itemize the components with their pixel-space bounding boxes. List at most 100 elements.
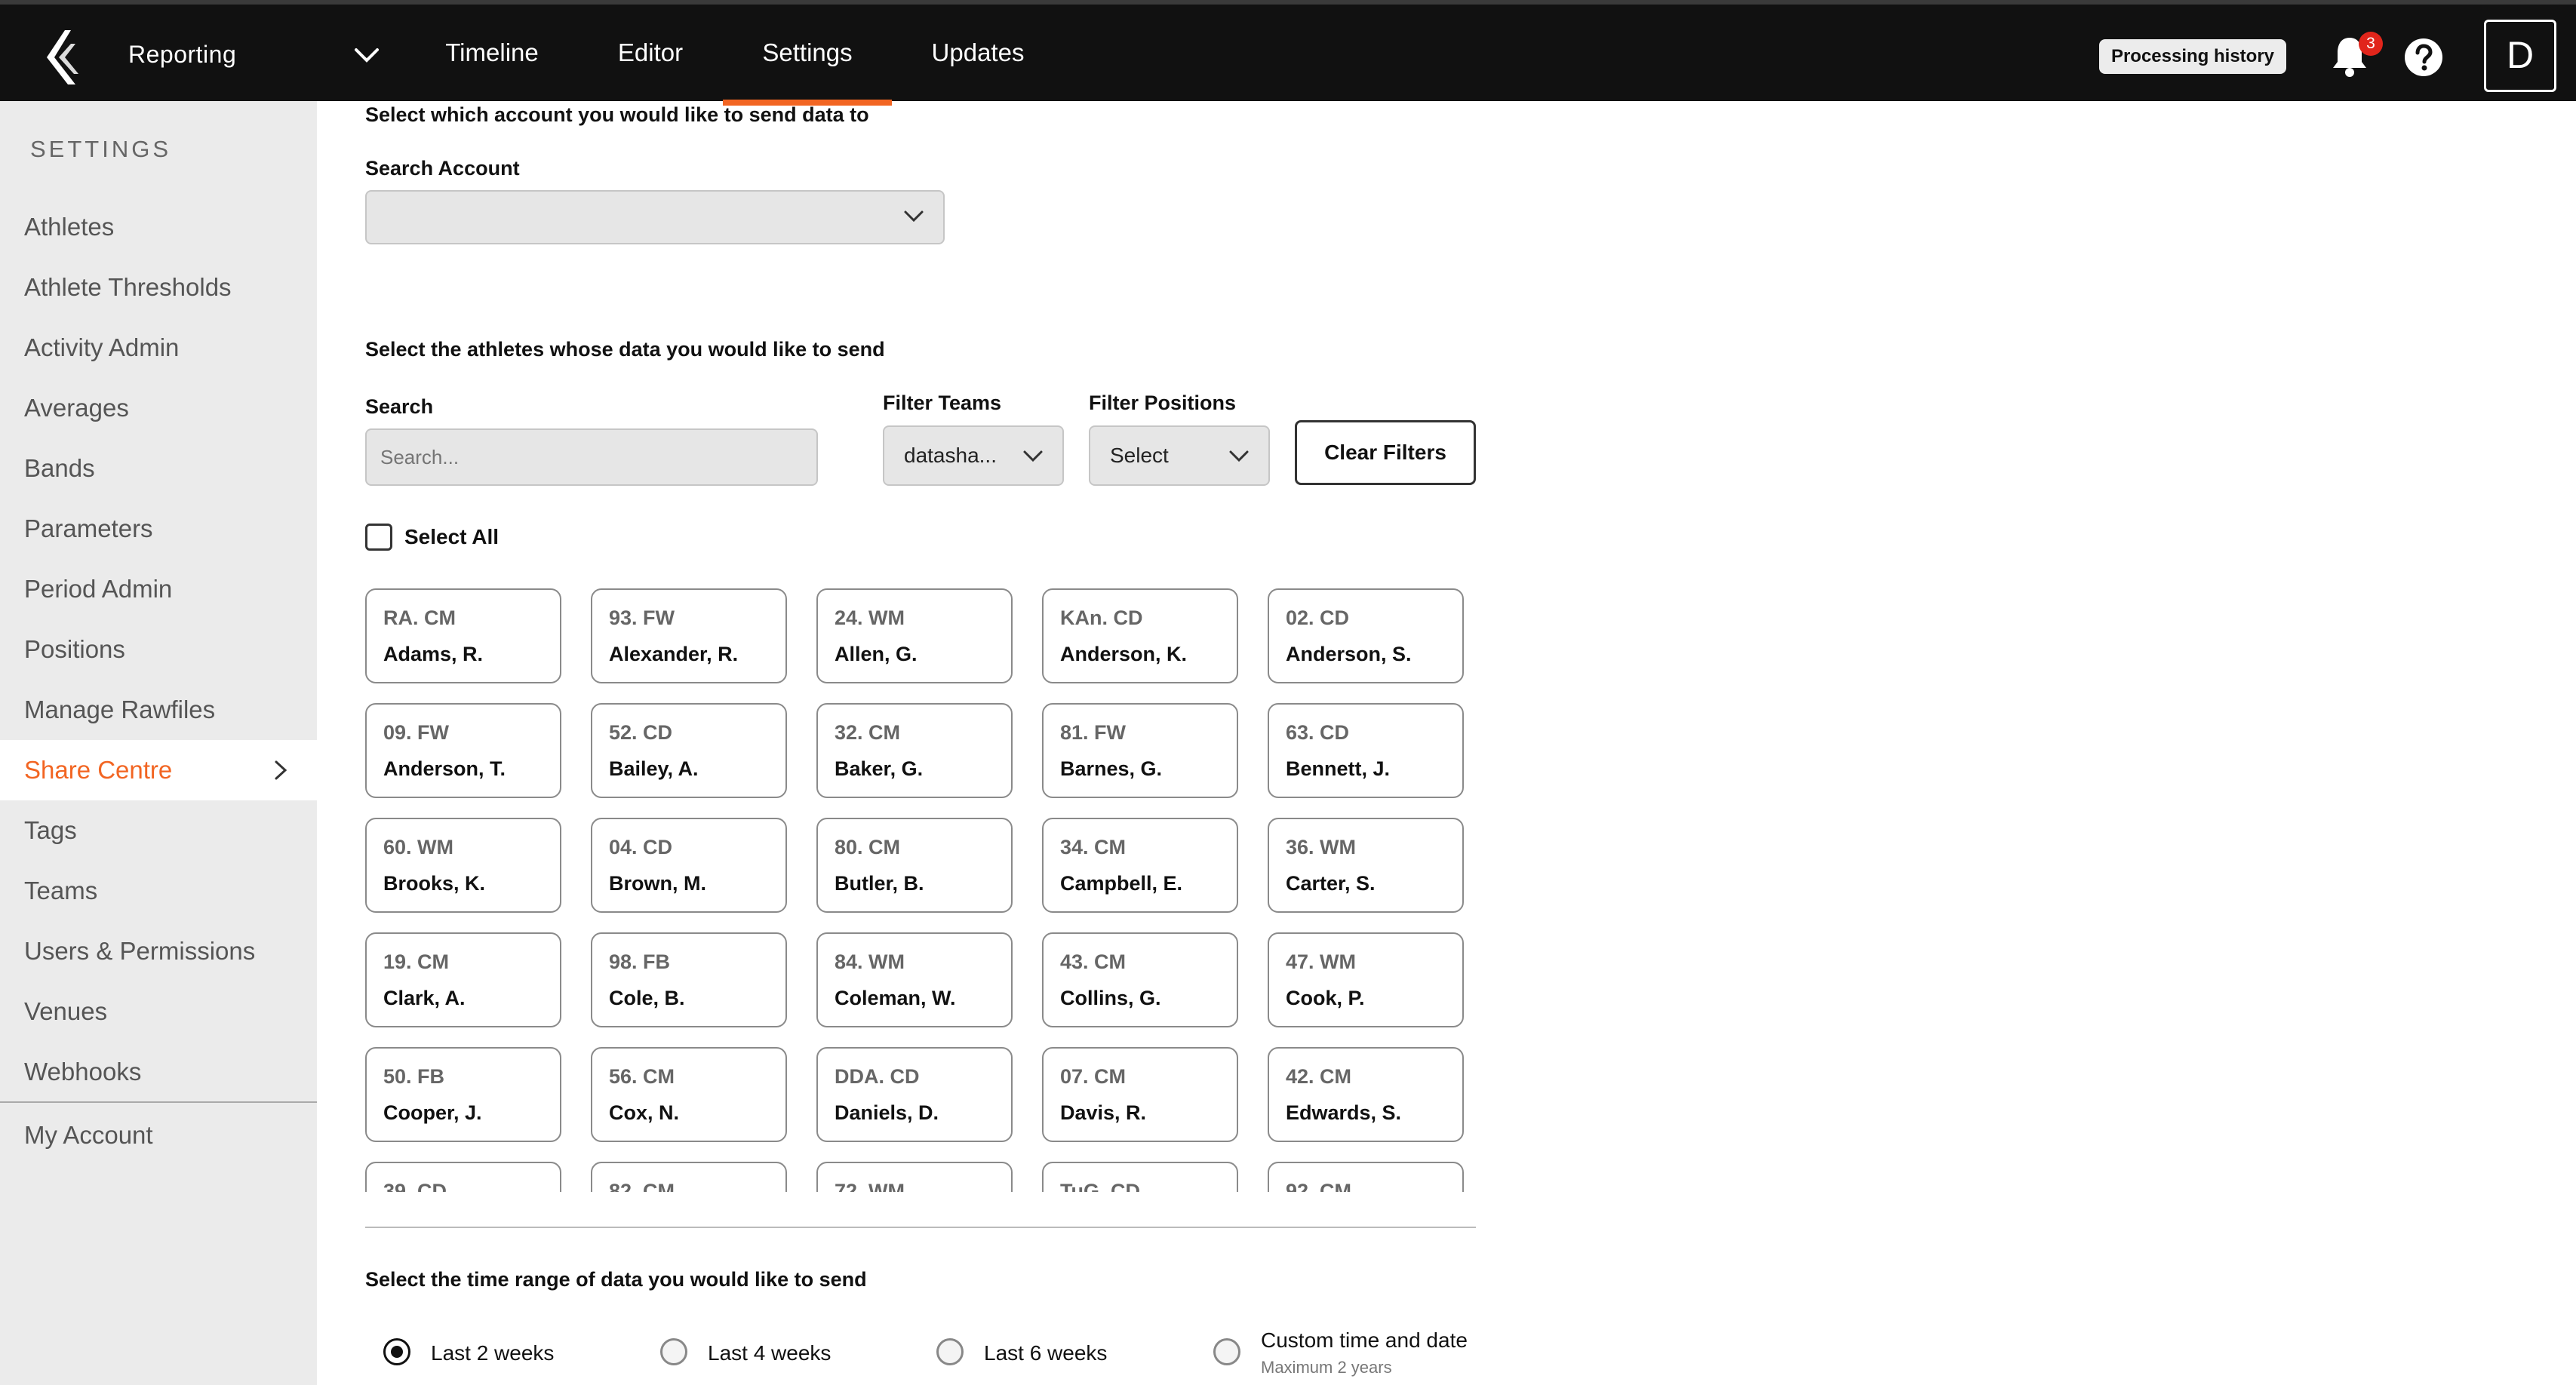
athlete-name: Campbell, E. — [1060, 872, 1183, 895]
athlete-card[interactable]: 80. CM Butler, B. — [816, 818, 1013, 913]
athlete-card[interactable]: RA. CM Adams, R. — [365, 588, 561, 683]
athlete-card[interactable]: 50. FB Cooper, J. — [365, 1047, 561, 1142]
athlete-position: 84. WM — [835, 950, 905, 973]
athlete-position: 56. CM — [609, 1065, 675, 1088]
filter-teams-dropdown[interactable]: datasha... — [883, 425, 1064, 486]
radio-last-2-weeks[interactable] — [383, 1338, 410, 1365]
athlete-name: Barnes, G. — [1060, 757, 1163, 780]
athlete-position: 60. WM — [383, 836, 454, 858]
search-label: Search — [365, 395, 434, 418]
athlete-card[interactable]: 43. CM Collins, G. — [1042, 932, 1238, 1027]
chevron-down-icon[interactable] — [352, 45, 382, 66]
athlete-name: Brown, M. — [609, 872, 706, 895]
sidebar-item-bands[interactable]: Bands — [0, 438, 317, 499]
filter-positions-label: Filter Positions — [1089, 392, 1237, 414]
sidebar-item-period-admin[interactable]: Period Admin — [0, 559, 317, 619]
sidebar-heading: SETTINGS — [30, 136, 172, 162]
select-all-checkbox[interactable] — [365, 524, 392, 551]
athlete-position: 52. CD — [609, 721, 673, 744]
tab-updates[interactable]: Updates — [910, 5, 1046, 101]
athlete-card[interactable]: 24. WM Allen, G. — [816, 588, 1013, 683]
custom-time-hint: Maximum 2 years — [1261, 1358, 1392, 1377]
athlete-position: 81. FW — [1060, 721, 1127, 744]
athlete-position: 50. FB — [383, 1065, 445, 1088]
search-account-dropdown[interactable] — [365, 190, 945, 244]
filter-positions-dropdown[interactable]: Select — [1089, 425, 1270, 486]
athlete-card[interactable]: 32. CM Baker, G. — [816, 703, 1013, 798]
app-logo-icon[interactable] — [45, 27, 89, 88]
radio-last-4-weeks[interactable] — [660, 1338, 687, 1365]
athlete-card[interactable]: 98. FB Cole, B. — [591, 932, 787, 1027]
athlete-position: 93. FW — [609, 607, 675, 629]
sidebar-item-venues[interactable]: Venues — [0, 981, 317, 1042]
athlete-position: 98. FB — [609, 950, 671, 973]
sidebar-item-manage-rawfiles[interactable]: Manage Rawfiles — [0, 680, 317, 740]
avatar[interactable]: D — [2484, 20, 2556, 92]
athlete-card[interactable]: 84. WM Coleman, W. — [816, 932, 1013, 1027]
athlete-card[interactable]: 34. CM Campbell, E. — [1042, 818, 1238, 913]
processing-history-button[interactable]: Processing history — [2099, 39, 2286, 74]
athlete-position: 63. CD — [1286, 721, 1350, 744]
athlete-card[interactable]: 60. WM Brooks, K. — [365, 818, 561, 913]
athlete-search-input[interactable] — [365, 428, 818, 486]
athlete-position: 24. WM — [835, 607, 905, 629]
athlete-position: 04. CD — [609, 836, 673, 858]
notification-badge: 3 — [2359, 32, 2383, 56]
tab-timeline[interactable]: Timeline — [423, 5, 561, 101]
athlete-card[interactable]: 42. CM Edwards, S. — [1268, 1047, 1464, 1142]
athlete-card[interactable]: 82. CM — [591, 1162, 787, 1192]
athlete-name: Anderson, T. — [383, 757, 506, 780]
sidebar-item-webhooks[interactable]: Webhooks — [0, 1042, 317, 1102]
radio-last-6-weeks[interactable] — [936, 1338, 964, 1365]
account-section-heading: Select which account you would like to s… — [365, 103, 869, 126]
athlete-card[interactable]: 93. FW Alexander, R. — [591, 588, 787, 683]
sidebar-item-averages[interactable]: Averages — [0, 378, 317, 438]
sidebar-item-positions[interactable]: Positions — [0, 619, 317, 680]
radio-custom-time[interactable] — [1213, 1338, 1240, 1365]
sidebar-item-label: Share Centre — [24, 756, 173, 784]
athlete-card[interactable]: 04. CD Brown, M. — [591, 818, 787, 913]
athlete-name: Baker, G. — [835, 757, 924, 780]
athlete-name: Anderson, S. — [1286, 643, 1412, 665]
athlete-card[interactable]: 36. WM Carter, S. — [1268, 818, 1464, 913]
athlete-name: Bennett, J. — [1286, 757, 1391, 780]
sidebar-item-my-account[interactable]: My Account — [0, 1105, 317, 1165]
product-switcher-label[interactable]: Reporting — [128, 41, 236, 69]
athlete-name: Davis, R. — [1060, 1101, 1147, 1124]
athlete-card[interactable]: 39. CD — [365, 1162, 561, 1192]
chevron-right-icon — [275, 760, 287, 780]
athletes-section-heading: Select the athletes whose data you would… — [365, 338, 885, 361]
athlete-position: 32. CM — [835, 721, 901, 744]
athlete-card[interactable]: 81. FW Barnes, G. — [1042, 703, 1238, 798]
athlete-card[interactable]: 92. CM — [1268, 1162, 1464, 1192]
sidebar-item-athletes[interactable]: Athletes — [0, 197, 317, 257]
tab-settings[interactable]: Settings — [723, 5, 892, 106]
athlete-card[interactable]: 19. CM Clark, A. — [365, 932, 561, 1027]
sidebar-item-tags[interactable]: Tags — [0, 800, 317, 861]
tab-editor[interactable]: Editor — [593, 5, 708, 101]
sidebar-item-parameters[interactable]: Parameters — [0, 499, 317, 559]
sidebar-item-athlete-thresholds[interactable]: Athlete Thresholds — [0, 257, 317, 318]
athlete-card[interactable]: DDA. CD Daniels, D. — [816, 1047, 1013, 1142]
radio-label-last-2-weeks: Last 2 weeks — [431, 1341, 555, 1365]
athlete-card[interactable]: KAn. CD Anderson, K. — [1042, 588, 1238, 683]
athlete-card[interactable]: 72. WM — [816, 1162, 1013, 1192]
sidebar-item-teams[interactable]: Teams — [0, 861, 317, 921]
athlete-name: Collins, G. — [1060, 987, 1161, 1009]
athlete-card[interactable]: 52. CD Bailey, A. — [591, 703, 787, 798]
athlete-card[interactable]: 07. CM Davis, R. — [1042, 1047, 1238, 1142]
athlete-card-grid: RA. CM Adams, R. 93. FW Alexander, R. 24. … — [365, 588, 1474, 1192]
radio-label-custom-time: Custom time and date — [1261, 1328, 1468, 1352]
athlete-card[interactable]: 47. WM Cook, P. — [1268, 932, 1464, 1027]
clear-filters-button[interactable]: Clear Filters — [1295, 420, 1476, 485]
sidebar-item-users-permissions[interactable]: Users & Permissions — [0, 921, 317, 981]
athlete-name: Carter, S. — [1286, 872, 1376, 895]
help-icon[interactable] — [2404, 38, 2443, 77]
sidebar-item-share-centre[interactable]: Share Centre — [0, 740, 317, 800]
athlete-card[interactable]: TuG. CD — [1042, 1162, 1238, 1192]
athlete-card[interactable]: 56. CM Cox, N. — [591, 1047, 787, 1142]
sidebar-item-activity-admin[interactable]: Activity Admin — [0, 318, 317, 378]
athlete-card[interactable]: 09. FW Anderson, T. — [365, 703, 561, 798]
athlete-card[interactable]: 02. CD Anderson, S. — [1268, 588, 1464, 683]
athlete-card[interactable]: 63. CD Bennett, J. — [1268, 703, 1464, 798]
